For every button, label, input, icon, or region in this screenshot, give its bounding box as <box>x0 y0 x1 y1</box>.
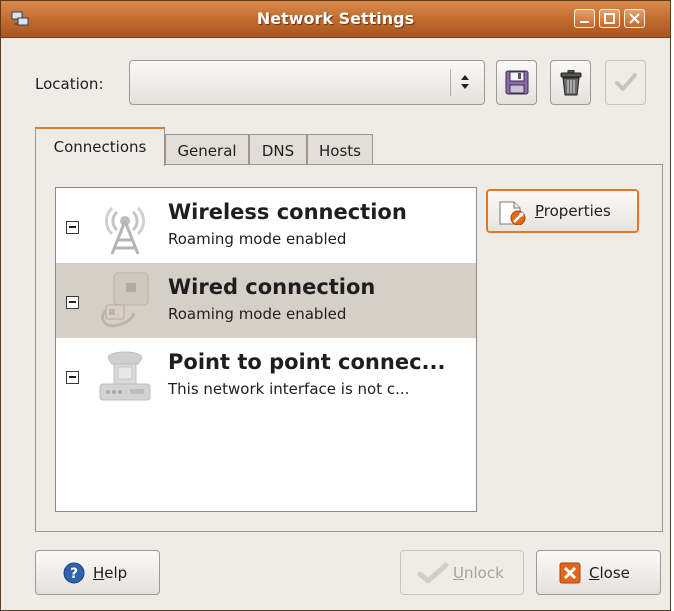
list-item-wireless[interactable]: Wireless connection Roaming mode enabled <box>56 188 476 263</box>
maximize-icon <box>604 13 615 24</box>
wireless-antenna-icon <box>105 206 145 255</box>
save-location-button[interactable] <box>496 60 537 105</box>
ethernet-icon <box>101 272 149 328</box>
tab-hosts[interactable]: Hosts <box>307 134 373 165</box>
window-title: Network Settings <box>256 9 415 28</box>
properties-label: Properties <box>535 202 611 220</box>
connection-name: Point to point connec... <box>168 350 446 374</box>
location-combobox[interactable] <box>129 60 485 105</box>
tab-dns[interactable]: DNS <box>249 134 307 165</box>
connection-status: This network interface is not c... <box>168 380 410 398</box>
help-label: Help <box>93 564 128 582</box>
enable-checkbox[interactable] <box>66 221 79 234</box>
close-window-button[interactable] <box>624 9 645 28</box>
minimize-icon <box>580 21 589 23</box>
title-bar[interactable]: Network Settings <box>1 1 670 38</box>
list-item-point-to-point[interactable]: Point to point connec... This network in… <box>56 338 476 413</box>
connection-name: Wired connection <box>168 275 376 299</box>
close-button[interactable]: Close <box>536 550 661 595</box>
connection-status: Roaming mode enabled <box>168 305 347 323</box>
connection-status: Roaming mode enabled <box>168 230 347 248</box>
help-button[interactable]: ? Help <box>35 550 160 595</box>
svg-text:?: ? <box>70 566 78 582</box>
close-icon <box>559 562 581 584</box>
connections-list[interactable]: Wireless connection Roaming mode enabled… <box>55 187 477 512</box>
checkmark-icon <box>615 73 637 91</box>
connection-name: Wireless connection <box>168 200 407 224</box>
list-item-wired[interactable]: Wired connection Roaming mode enabled <box>56 263 476 338</box>
save-icon <box>505 70 529 95</box>
trash-icon <box>560 70 582 96</box>
properties-button[interactable]: Properties <box>486 189 639 233</box>
spin-arrows-icon <box>461 75 469 89</box>
unlock-button[interactable]: Unlock <box>400 550 524 595</box>
network-settings-window: Network Settings Location: Connections G… <box>0 0 671 611</box>
location-label: Location: <box>35 75 104 93</box>
maximize-button[interactable] <box>599 9 620 28</box>
properties-icon <box>499 201 526 225</box>
tab-general[interactable]: General <box>165 134 249 165</box>
minimize-button[interactable] <box>574 9 595 28</box>
enable-checkbox[interactable] <box>66 371 79 384</box>
close-icon <box>629 13 640 24</box>
tab-connections[interactable]: Connections <box>35 127 165 166</box>
apply-location-button[interactable] <box>605 60 646 105</box>
close-label: Close <box>589 564 630 582</box>
checkmark-icon <box>417 562 449 584</box>
delete-location-button[interactable] <box>550 60 591 105</box>
combo-separator <box>450 69 451 96</box>
telephone-modem-icon <box>99 351 151 401</box>
unlock-label: Unlock <box>453 564 504 582</box>
help-icon: ? <box>63 562 85 584</box>
enable-checkbox[interactable] <box>66 296 79 309</box>
